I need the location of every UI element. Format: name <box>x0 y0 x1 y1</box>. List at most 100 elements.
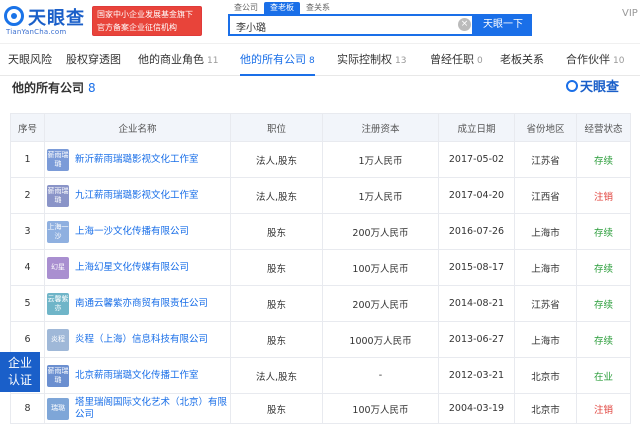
tab-boss-relations[interactable]: 老板关系 <box>500 44 544 76</box>
search-tab-relation[interactable]: 查关系 <box>300 2 336 14</box>
status-badge: 注销 <box>576 393 631 424</box>
row-number: 3 <box>10 213 45 250</box>
logo-text: 天眼查 <box>28 8 85 29</box>
company-info: 薪雨瑞璐 新沂薪雨瑞璐影视文化工作室 <box>47 148 228 171</box>
company-logo[interactable]: 幻星 <box>47 256 69 279</box>
company-logo[interactable]: 瑞璐 <box>47 397 69 420</box>
row-number: 5 <box>10 285 45 322</box>
region-cell: 北京市 <box>514 357 577 394</box>
section-count: 8 <box>88 81 96 95</box>
tab-label: 合作伙伴 <box>566 53 610 66</box>
company-name-link[interactable]: 炎程（上海）信息科技有限公司 <box>75 334 208 346</box>
tab-label: 他的所有公司 <box>240 53 306 66</box>
role-cell: 股东 <box>230 249 323 286</box>
company-logo[interactable]: 炎程 <box>47 328 69 351</box>
company-cell: 上海一沙 上海一沙文化传播有限公司 <box>44 213 231 250</box>
enterprise-certification-badge[interactable]: 企业 认证 <box>0 352 40 392</box>
status-badge: 在业 <box>576 357 631 394</box>
tab-label: 实际控制权 <box>337 53 392 66</box>
company-info: 瑞璐 塔里瑞阁国际文化艺术（北京）有限公司 <box>47 397 228 421</box>
company-name-link[interactable]: 北京薪雨瑞璐文化传播工作室 <box>75 370 199 382</box>
row-number: 2 <box>10 177 45 214</box>
company-cell: 幻星 上海幻星文化传媒有限公司 <box>44 249 231 286</box>
col-header-date: 成立日期 <box>438 113 515 142</box>
company-logo[interactable]: 薪雨瑞璐 <box>47 148 69 171</box>
col-header-region: 省份地区 <box>514 113 577 142</box>
company-info: 炎程 炎程（上海）信息科技有限公司 <box>47 328 228 351</box>
company-logo[interactable]: 薪雨瑞璐 <box>47 184 69 207</box>
slogan-line-2: 官方备案企业征信机构 <box>97 23 177 32</box>
region-cell: 上海市 <box>514 213 577 250</box>
company-name-link[interactable]: 新沂薪雨瑞璐影视文化工作室 <box>75 154 199 166</box>
tab-partners[interactable]: 合作伙伴 10 <box>566 44 624 76</box>
company-name-link[interactable]: 塔里瑞阁国际文化艺术（北京）有限公司 <box>75 397 228 421</box>
company-info: 上海一沙 上海一沙文化传播有限公司 <box>47 220 228 243</box>
table-row[interactable]: 2 薪雨瑞璐 九江薪雨瑞璐影视文化工作室 法人,股东 1万人民币 2017-04-20 江西… <box>10 177 631 214</box>
company-info: 幻星 上海幻星文化传媒有限公司 <box>47 256 228 279</box>
status-badge: 存续 <box>576 321 631 358</box>
region-cell: 北京市 <box>514 393 577 424</box>
company-name-link[interactable]: 上海幻星文化传媒有限公司 <box>75 262 189 274</box>
eye-logo-icon <box>4 6 24 26</box>
capital-cell: 1万人民币 <box>322 141 439 178</box>
search-tab-boss[interactable]: 查老板 <box>264 2 300 14</box>
tab-count: 8 <box>309 56 315 66</box>
tianyancha-logo[interactable]: 天眼查 TianYanCha.com <box>4 4 86 38</box>
date-cell: 2017-05-02 <box>438 141 515 178</box>
table-header-row: 序号 企业名称 职位 注册资本 成立日期 省份地区 经营状态 <box>10 113 631 142</box>
table-row[interactable]: 3 上海一沙 上海一沙文化传播有限公司 股东 200万人民币 2016-07-26 上海市存… <box>10 213 631 250</box>
section-title: 他的所有公司 8 <box>12 79 96 96</box>
table-row[interactable]: 8 瑞璐 塔里瑞阁国际文化艺术（北京）有限公司 股东 100万人民币 2004-03-19… <box>10 393 631 424</box>
col-header-status: 经营状态 <box>576 113 631 142</box>
tab-all-companies[interactable]: 他的所有公司 8 <box>240 44 315 76</box>
search-input[interactable]: 李小璐 <box>228 14 474 36</box>
clear-search-icon[interactable]: × <box>458 18 471 31</box>
role-cell: 法人,股东 <box>230 357 323 394</box>
capital-cell: 1万人民币 <box>322 177 439 214</box>
row-number: 4 <box>10 249 45 286</box>
tab-former-positions[interactable]: 曾经任职 0 <box>430 44 483 76</box>
region-cell: 江苏省 <box>514 285 577 322</box>
search-tab-company[interactable]: 查公司 <box>228 2 264 14</box>
status-badge: 存续 <box>576 141 631 178</box>
section-title-text: 他的所有公司 <box>12 81 85 95</box>
tab-equity-chart[interactable]: 股权穿透图 <box>66 44 121 76</box>
tab-count: 11 <box>207 56 219 66</box>
table-row[interactable]: 5 云馨紫亦 南通云馨紫亦商贸有限责任公司 股东 200万人民币 2014-08-21 江苏… <box>10 285 631 322</box>
profile-nav-tabs: 天眼风险 股权穿透图 他的商业角色 11 他的所有公司 8 实际控制权 13 曾经任职… <box>0 44 640 76</box>
table-row[interactable]: 1 薪雨瑞璐 新沂薪雨瑞璐影视文化工作室 法人,股东 1万人民币 2017-05-02 江苏… <box>10 141 631 178</box>
table-row[interactable]: 7薪雨瑞璐北京薪雨瑞璐文化传播工作室法人,股东-2012-03-21北京市在业 <box>10 357 631 394</box>
badge-line-1: 企业 <box>7 356 32 370</box>
tab-count: 10 <box>613 56 625 66</box>
company-name-link[interactable]: 南通云馨紫亦商贸有限责任公司 <box>75 298 208 310</box>
status-badge: 存续 <box>576 213 631 250</box>
company-logo[interactable]: 薪雨瑞璐 <box>47 364 69 387</box>
date-cell: 2015-08-17 <box>438 249 515 286</box>
tab-risk[interactable]: 天眼风险 <box>8 44 52 76</box>
table-row[interactable]: 4 幻星 上海幻星文化传媒有限公司 股东 100万人民币 2015-08-17 上海市 存续 <box>10 249 631 286</box>
company-logo[interactable]: 云馨紫亦 <box>47 292 69 315</box>
capital-cell: 100万人民币 <box>322 393 439 424</box>
tab-label: 天眼风险 <box>8 53 52 66</box>
capital-cell: 1000万人民币 <box>322 321 439 358</box>
capital-cell: - <box>322 357 439 394</box>
tab-count: 0 <box>477 56 483 66</box>
role-cell: 股东 <box>230 393 323 424</box>
company-logo[interactable]: 上海一沙 <box>47 220 69 243</box>
capital-cell: 200万人民币 <box>322 213 439 250</box>
role-cell: 法人,股东 <box>230 177 323 214</box>
tab-count: 13 <box>395 56 407 66</box>
tab-actual-control[interactable]: 实际控制权 13 <box>337 44 406 76</box>
company-name-link[interactable]: 九江薪雨瑞璐影视文化工作室 <box>75 190 199 202</box>
role-cell: 股东 <box>230 213 323 250</box>
tab-business-roles[interactable]: 他的商业角色 11 <box>138 44 218 76</box>
top-header: 天眼查 TianYanCha.com 国家中小企业发展基金旗下 官方备案企业征信… <box>0 0 640 44</box>
search-button[interactable]: 天眼一下 <box>474 14 532 36</box>
vip-link[interactable]: VIP <box>622 8 638 19</box>
company-name-link[interactable]: 上海一沙文化传播有限公司 <box>75 226 189 238</box>
status-badge: 存续 <box>576 249 631 286</box>
date-cell: 2004-03-19 <box>438 393 515 424</box>
table-row[interactable]: 6 炎程 炎程（上海）信息科技有限公司 股东 1000万人民币 2013-06-27 上海市… <box>10 321 631 358</box>
company-info: 薪雨瑞璐 九江薪雨瑞璐影视文化工作室 <box>47 184 228 207</box>
company-cell: 炎程 炎程（上海）信息科技有限公司 <box>44 321 231 358</box>
